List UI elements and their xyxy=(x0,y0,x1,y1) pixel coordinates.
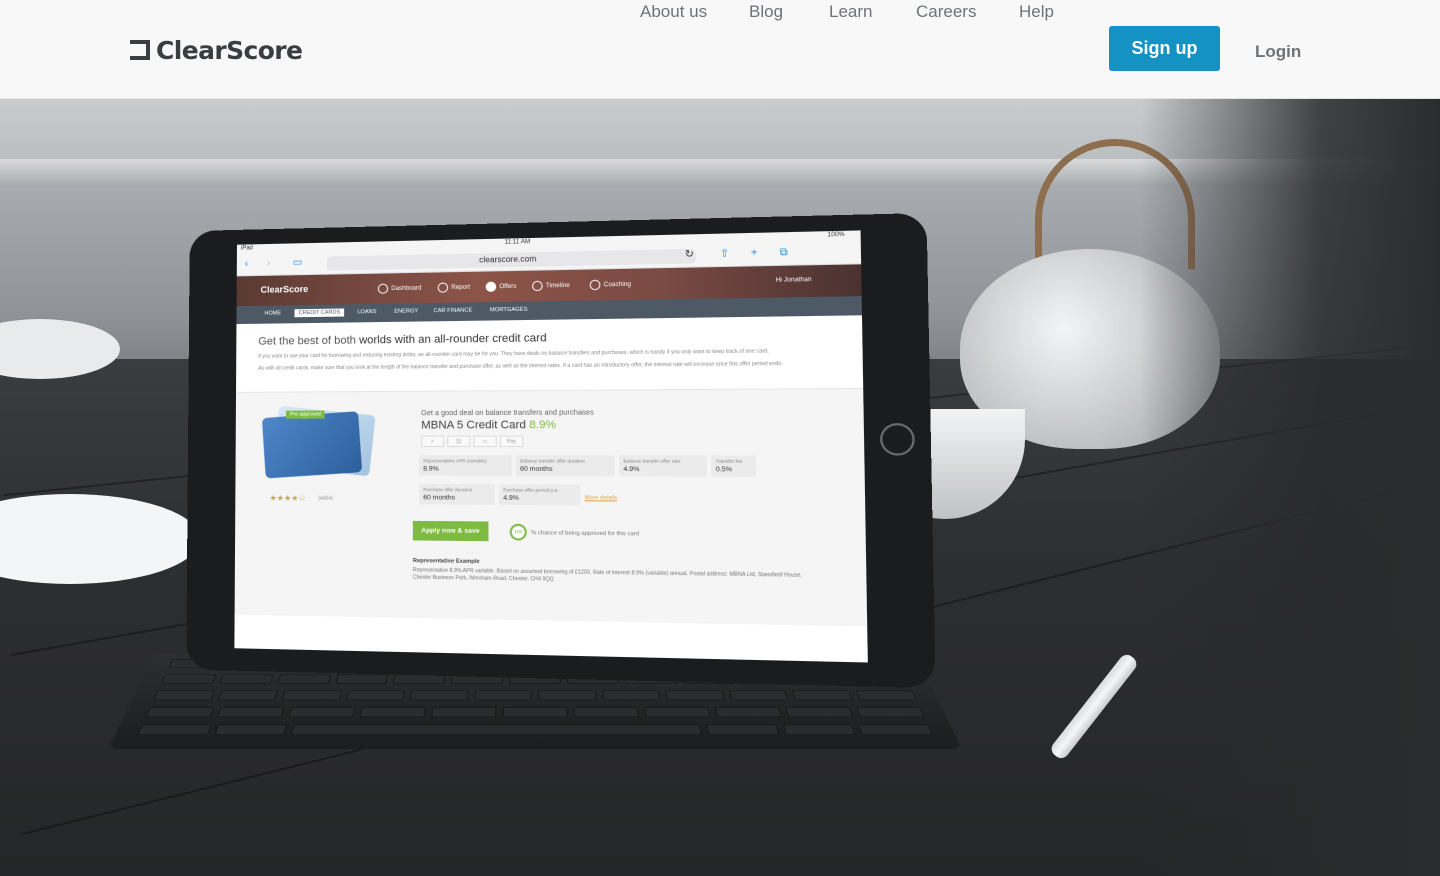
greeting: Hi Jonathan xyxy=(775,276,812,284)
article-headline: Get the best of both worlds with an all-… xyxy=(258,332,547,348)
offer-title: MBNA 5 Credit Card 8.9% xyxy=(421,418,557,432)
forward-icon: › xyxy=(266,257,271,269)
subnav-car-finance: CAR FINANCE xyxy=(433,307,473,315)
pre-approved-badge: Pre-approved xyxy=(286,410,325,419)
check-icon: ✓ xyxy=(421,435,445,447)
intro-paragraph-2: As with all credit cards, make sure that… xyxy=(258,360,783,372)
login-link[interactable]: Login xyxy=(1255,40,1301,64)
ipad-device: iPad 11:11 AM 100% ‹ › ▭ clearscore.com … xyxy=(186,212,936,689)
sign-up-button[interactable]: Sign up xyxy=(1109,26,1220,71)
tab-coaching: Coaching xyxy=(589,279,631,291)
stat-bt-duration: Balance transfer offer duration 60 months xyxy=(515,455,615,477)
nav-learn[interactable]: Learn xyxy=(829,0,872,24)
logo-text: ClearScore xyxy=(156,35,303,65)
clearscore-logo-icon xyxy=(130,40,150,60)
offer-feature-icons: ✓))) ▭ Pay xyxy=(421,435,524,447)
stat-apr: Representative APR (variable) 8.9% xyxy=(419,455,512,476)
ipad-home-button xyxy=(879,423,915,456)
tab-report: Report xyxy=(437,282,470,293)
stat-purchase-rate: Purchase offer period p.a. 4.9% xyxy=(498,484,581,506)
nav-about-us[interactable]: About us xyxy=(640,0,707,24)
pay-icon: Pay xyxy=(499,435,524,447)
approval-chance-badge: 100 xyxy=(509,523,527,541)
share-icon: ⇧ xyxy=(719,248,730,260)
tabs-icon: ⧉ xyxy=(779,246,788,259)
dark-vignette xyxy=(1140,99,1440,876)
status-device: iPad xyxy=(240,245,253,252)
status-time: 11:11 AM xyxy=(504,239,531,246)
approval-chance-text: % chance of being approved for this card xyxy=(531,530,640,538)
subnav-mortgages: MORTGAGES xyxy=(489,306,528,314)
app-logo: ClearScore xyxy=(260,284,309,295)
tab-dashboard: Dashboard xyxy=(377,283,422,294)
credit-card-offer: Pre-approved ★★★★☆ (4464) Get a good dea… xyxy=(234,388,868,627)
back-icon: ‹ xyxy=(244,258,249,270)
address-bar: clearscore.com xyxy=(326,248,696,271)
tab-offers: Offers xyxy=(485,281,517,292)
contactless-icon: ))) xyxy=(447,435,471,447)
stat-bt-rate: Balance transfer offer rate 4.9% xyxy=(618,455,707,477)
nav-help[interactable]: Help xyxy=(1019,0,1054,24)
more-details-link: More details xyxy=(584,495,618,502)
subnav-credit-cards: CREDIT CARDS xyxy=(294,308,345,318)
intro-paragraph-1: If you want to use your card for borrowi… xyxy=(258,348,769,360)
credit-card-image xyxy=(261,411,363,479)
representative-example-title: Representative Example xyxy=(412,558,480,566)
offer-subtitle: Get a good deal on balance transfers and… xyxy=(421,409,594,418)
rating-stars-icon: ★★★★☆ xyxy=(269,493,306,503)
new-tab-icon: + xyxy=(750,247,758,260)
stat-purchase-duration: Purchase offer duration 60 months xyxy=(419,483,495,505)
subnav-energy: ENERGY xyxy=(394,308,419,315)
subnav-loans: LOANS xyxy=(357,308,377,316)
card-icon: ▭ xyxy=(473,435,497,447)
clearscore-logo[interactable]: ClearScore xyxy=(130,35,303,65)
bookmarks-icon: ▭ xyxy=(292,257,303,269)
stat-transfer-fee: Transfer fee 0.5% xyxy=(711,455,756,477)
site-header: ClearScore About us Blog Learn Careers H… xyxy=(0,0,1440,99)
apply-now-button: Apply now & save xyxy=(412,520,489,542)
tab-timeline: Timeline xyxy=(532,280,570,292)
ipad-screen: iPad 11:11 AM 100% ‹ › ▭ clearscore.com … xyxy=(234,230,868,663)
nav-careers[interactable]: Careers xyxy=(916,0,976,24)
status-battery: 100% xyxy=(827,231,845,239)
representative-example-text: Representative 8.9% APR variable. Based … xyxy=(412,567,803,583)
article-intro: Get the best of both worlds with an all-… xyxy=(236,315,864,393)
reload-icon: ↻ xyxy=(684,248,695,261)
subnav-home: HOME xyxy=(264,310,281,317)
nav-blog[interactable]: Blog xyxy=(749,0,783,24)
rating-count: (4464) xyxy=(318,495,333,502)
